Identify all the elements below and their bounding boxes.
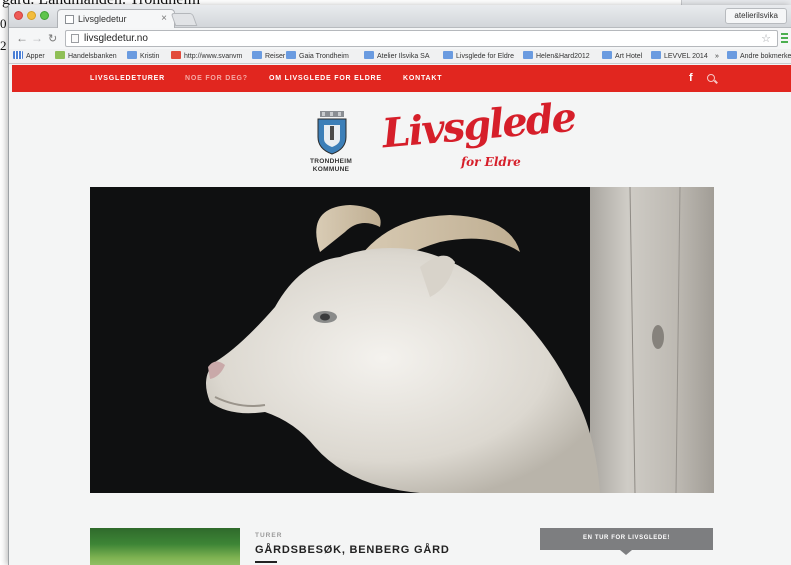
folder-icon: [286, 51, 296, 59]
bookmark-label: Atelier Ilsvika SA: [377, 53, 430, 60]
bookmark-item[interactable]: »: [715, 51, 719, 63]
apps-grid-icon: [13, 51, 23, 59]
card-category[interactable]: TURER: [255, 532, 282, 539]
search-icon[interactable]: [707, 74, 715, 82]
browser-tab[interactable]: Livsgledetur ×: [57, 9, 175, 28]
bookmark-label: Livsglede for Eldre: [456, 53, 514, 60]
hero-image-goat: [90, 187, 714, 493]
bookmark-label: http://www.svanvm: [184, 53, 243, 60]
bookmark-label: Kristin: [140, 53, 160, 60]
kommune-label: TRONDHEIM KOMMUNE: [309, 158, 353, 173]
tab-title: Livsgledetur: [78, 14, 127, 24]
bookmark-item[interactable]: Helen&Hard2012: [523, 51, 590, 63]
card-divider: [255, 561, 277, 563]
zoom-window-button[interactable]: [40, 11, 49, 20]
folder-icon: [364, 51, 374, 59]
page-icon: [71, 34, 79, 43]
new-tab-button[interactable]: [170, 13, 198, 26]
nav-item-noe-for-deg[interactable]: NOE FOR DEG?: [185, 75, 248, 82]
folder-icon: [651, 51, 661, 59]
bookmark-label: Gaia Trondheim: [299, 53, 349, 60]
bookmark-label: LEVVEL 2014: [664, 53, 708, 60]
nav-item-kontakt[interactable]: KONTAKT: [403, 75, 442, 82]
card-title[interactable]: GÅRDSBESØK, BENBERG GÅRD: [255, 544, 450, 556]
bookmark-item[interactable]: LEVVEL 2014: [651, 51, 708, 63]
bookmark-label: Art Hotel: [615, 53, 643, 60]
folder-icon: [727, 51, 737, 59]
folder-icon: [443, 51, 453, 59]
bookmark-label: Andre bokmerker: [740, 53, 791, 60]
nav-item-livsgledeturer[interactable]: LIVSGLEDETURER: [90, 75, 165, 82]
close-tab-icon[interactable]: ×: [161, 13, 167, 24]
nav-item-om-livsglede[interactable]: OM LIVSGLEDE FOR ELDRE: [269, 75, 382, 82]
page-icon: [171, 51, 181, 59]
card-thumbnail-image[interactable]: [90, 528, 240, 565]
bookmark-item[interactable]: Gaia Trondheim: [286, 51, 349, 63]
bookmark-item[interactable]: Andre bokmerker: [727, 51, 791, 63]
forward-arrow-icon[interactable]: →: [31, 31, 43, 45]
close-window-button[interactable]: [14, 11, 23, 20]
reload-icon[interactable]: ↻: [48, 32, 57, 45]
bookmarks-bar: Apper Handelsbanken Kristin http://www.svan…: [9, 49, 791, 64]
bookmark-item[interactable]: Kristin: [127, 51, 159, 63]
sidebar-heading-button[interactable]: EN TUR FOR LIVSGLEDE!: [540, 528, 713, 555]
trondheim-crest-icon[interactable]: [314, 111, 350, 155]
site-nav-bar: LIVSGLEDETURER NOE FOR DEG? OM LIVSGLEDE…: [12, 65, 791, 92]
url-text[interactable]: livsgledetur.no: [84, 33, 148, 44]
address-bar[interactable]: livsgledetur.no ☆: [65, 30, 778, 47]
background-text-line: 0: [0, 16, 7, 31]
minimize-window-button[interactable]: [27, 11, 36, 20]
bookmark-label: »: [715, 53, 719, 60]
bookmark-label: Helen&Hard2012: [536, 53, 590, 60]
bank-icon: [55, 51, 65, 59]
bookmark-item[interactable]: Apper: [13, 51, 45, 63]
livsglede-logo[interactable]: Livsglede: [380, 94, 576, 158]
bookmark-item[interactable]: Handelsbanken: [55, 51, 117, 63]
title-bar: Livsgledetur × atelierilsvika: [9, 5, 791, 28]
background-text-line: 2: [0, 38, 7, 53]
page-icon: [65, 15, 74, 24]
website: LIVSGLEDETURER NOE FOR DEG? OM LIVSGLEDE…: [9, 65, 791, 565]
bookmark-item[interactable]: Reiser: [252, 51, 285, 63]
menu-icon[interactable]: [781, 33, 788, 43]
bookmark-item[interactable]: Atelier Ilsvika SA: [364, 51, 430, 63]
folder-icon: [252, 51, 262, 59]
bookmark-label: Reiser: [265, 53, 286, 60]
profile-button[interactable]: atelierilsvika: [725, 8, 787, 24]
bookmark-item[interactable]: Art Hotel: [602, 51, 642, 63]
bookmark-item[interactable]: http://www.svanvm: [171, 51, 242, 63]
livsglede-logo-subtitle: for Eldre: [461, 155, 521, 169]
browser-window: Livsgledetur × atelierilsvika ← → ↻ livs…: [8, 5, 791, 565]
back-arrow-icon[interactable]: ←: [16, 31, 28, 45]
bookmark-label: Handelsbanken: [68, 53, 117, 60]
folder-icon: [127, 51, 137, 59]
bookmark-item[interactable]: Livsglede for Eldre: [443, 51, 514, 63]
browser-toolbar: ← → ↻ livsgledetur.no ☆: [9, 28, 791, 49]
folder-icon: [523, 51, 533, 59]
bookmark-star-icon[interactable]: ☆: [761, 32, 771, 45]
facebook-icon[interactable]: f: [689, 72, 693, 84]
bookmark-label: Apper: [26, 53, 45, 60]
folder-icon: [602, 51, 612, 59]
